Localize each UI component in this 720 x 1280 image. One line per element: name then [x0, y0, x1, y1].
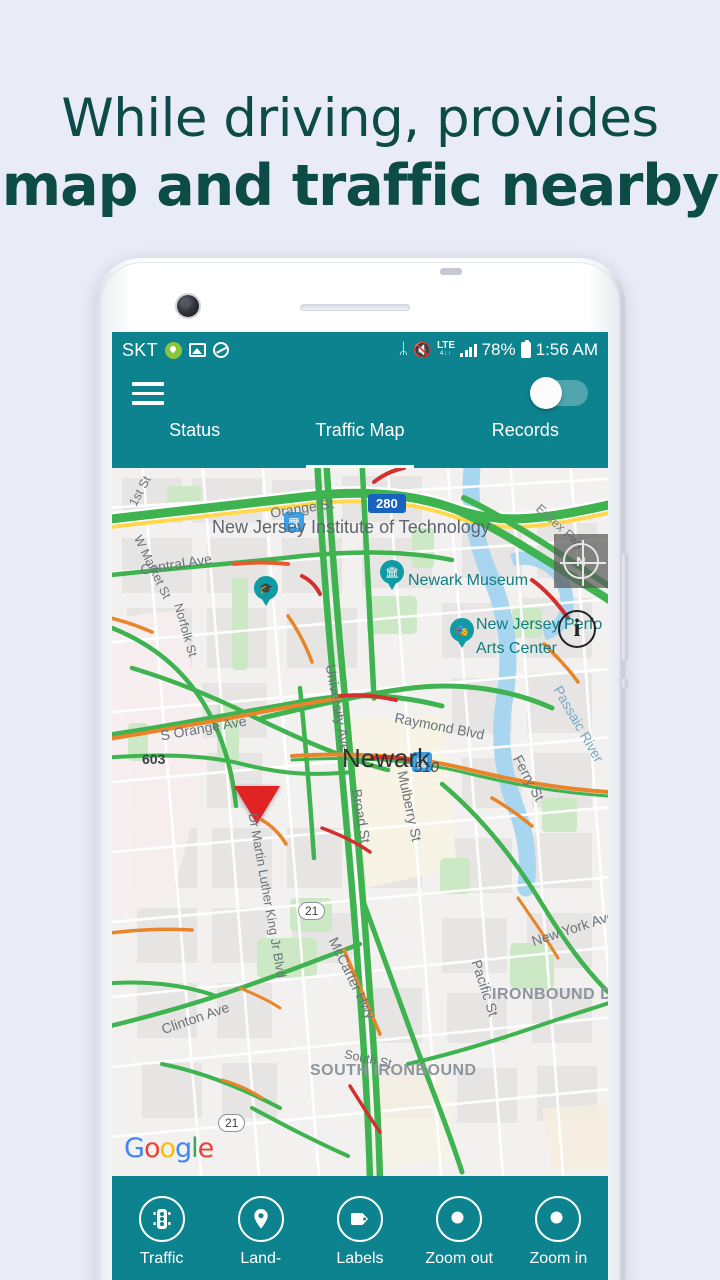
tab-traffic-map[interactable]: Traffic Map [277, 416, 442, 468]
toolbar-button-labels[interactable]: Labels [317, 1196, 403, 1268]
battery-percent-label: 78% [481, 340, 516, 359]
tab-traffic-map-label: Traffic Map [315, 420, 405, 440]
tag-icon [336, 1196, 383, 1242]
toolbar-label-landmark: Land- [240, 1250, 282, 1267]
tab-status[interactable]: Status [112, 416, 277, 468]
toolbar-label-zoom-out: Zoom out [425, 1250, 493, 1267]
google-attribution-logo: Google [124, 1133, 214, 1164]
volume-button[interactable] [622, 553, 628, 661]
poi-pin-university[interactable]: 🎓 [254, 576, 278, 606]
traffic-map[interactable]: 280 ▦ ▦ 1st St Orange St Central Ave W M… [112, 468, 608, 1176]
toolbar-button-traffic[interactable]: Traffic [119, 1196, 205, 1268]
clock-label: 1:56 AM [535, 340, 598, 359]
bluetooth-icon: ᛦ [398, 341, 409, 358]
lte-icon: LTE 4↓↑ [436, 340, 456, 358]
promo-headline-line2: map and traffic nearby [1, 153, 720, 219]
toggle-knob [530, 377, 562, 409]
map-pin-icon [237, 1196, 284, 1242]
location-pin-icon [164, 341, 182, 359]
map-toolbar: Traffic Land- Labels Zoom out Zoom in [112, 1176, 608, 1280]
magnifier-plus-icon [535, 1196, 582, 1242]
power-button[interactable] [622, 678, 628, 688]
current-location-arrow [234, 786, 280, 824]
route-shield-280: 280 [368, 494, 406, 513]
phone-screen: SKT ᛦ 🔇 LTE 4↓↑ 78% 1:56 AM Status Traff… [112, 332, 608, 1280]
route-shield-21: 21 [218, 1114, 246, 1132]
toolbar-button-zoom-out[interactable]: Zoom out [416, 1196, 502, 1268]
promo-headline: While driving, provides map and traffic … [0, 86, 720, 220]
status-bar: SKT ᛦ 🔇 LTE 4↓↑ 78% 1:56 AM [112, 332, 608, 368]
route-shield-510: 510 [414, 759, 440, 776]
phone-top-slot [440, 268, 462, 275]
carrier-label: SKT [122, 339, 158, 360]
toolbar-label-labels: Labels [336, 1250, 384, 1267]
traffic-light-icon [138, 1196, 185, 1242]
app-bar: Status Traffic Map Records [112, 368, 608, 468]
poi-pin-njpac[interactable]: 🎭 [450, 618, 474, 648]
poi-pin-newark-museum[interactable]: 🏛 [380, 560, 404, 590]
toolbar-label-zoom-in: Zoom in [529, 1250, 588, 1267]
hamburger-icon[interactable] [132, 382, 164, 411]
tab-bar: Status Traffic Map Records [112, 416, 608, 468]
tab-records-label: Records [491, 420, 559, 440]
magnifier-minus-icon [436, 1196, 483, 1242]
toolbar-label-traffic: Traffic [139, 1250, 184, 1267]
compass-icon: N [560, 540, 606, 586]
route-shield-21: 21 [298, 902, 326, 920]
route-shield-603: 603 [142, 751, 166, 767]
tab-records[interactable]: Records [443, 416, 608, 468]
gallery-icon [188, 343, 206, 357]
data-saver-icon [212, 342, 229, 358]
transit-station-icon[interactable]: ▦ [284, 512, 304, 532]
earpiece-speaker [300, 304, 410, 311]
toolbar-button-landmark[interactable]: Land- [218, 1196, 304, 1268]
battery-icon [520, 340, 531, 358]
map-canvas [112, 468, 608, 1176]
compass-button[interactable]: N [554, 534, 608, 588]
tab-status-label: Status [169, 420, 221, 440]
map-info-button[interactable]: i [558, 610, 596, 648]
toolbar-button-zoom-in[interactable]: Zoom in [515, 1196, 601, 1268]
mute-icon: 🔇 [413, 342, 432, 359]
front-camera-icon [177, 295, 199, 317]
info-icon: i [573, 615, 581, 642]
signal-strength-icon [460, 343, 477, 357]
service-toggle-switch[interactable] [530, 377, 588, 409]
phone-mockup: SKT ᛦ 🔇 LTE 4↓↑ 78% 1:56 AM Status Traff… [95, 258, 628, 1280]
promo-headline-line1: While driving, provides [61, 88, 659, 149]
